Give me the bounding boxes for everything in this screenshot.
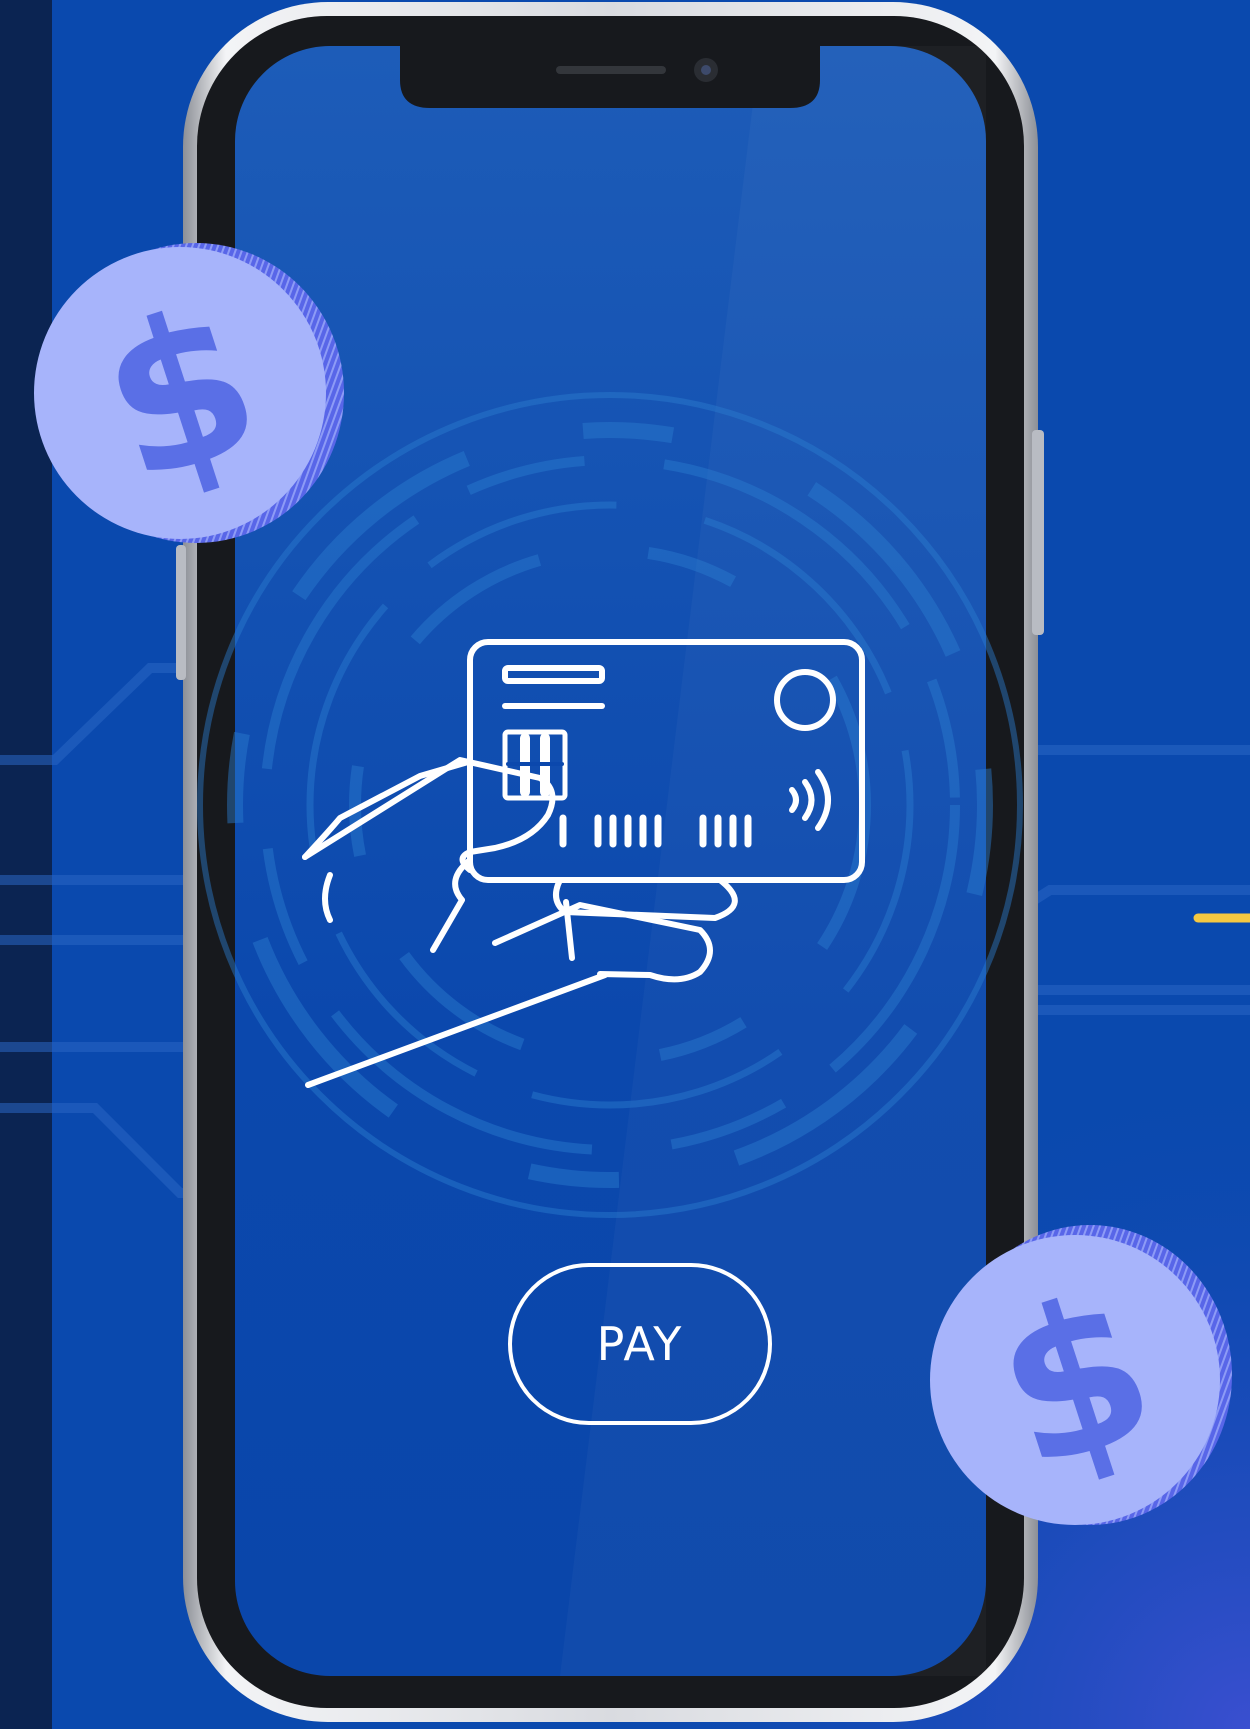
- dollar-coin-icon: $: [34, 243, 344, 543]
- notch: [400, 46, 820, 108]
- pay-button[interactable]: PAY: [508, 1263, 772, 1425]
- smartphone: [176, 2, 1044, 1722]
- payment-illustration: $ $: [0, 0, 1250, 1729]
- speaker-grille: [556, 66, 666, 74]
- side-button: [176, 545, 186, 680]
- left-dark-strip: [0, 0, 52, 1729]
- power-button: [1032, 430, 1044, 635]
